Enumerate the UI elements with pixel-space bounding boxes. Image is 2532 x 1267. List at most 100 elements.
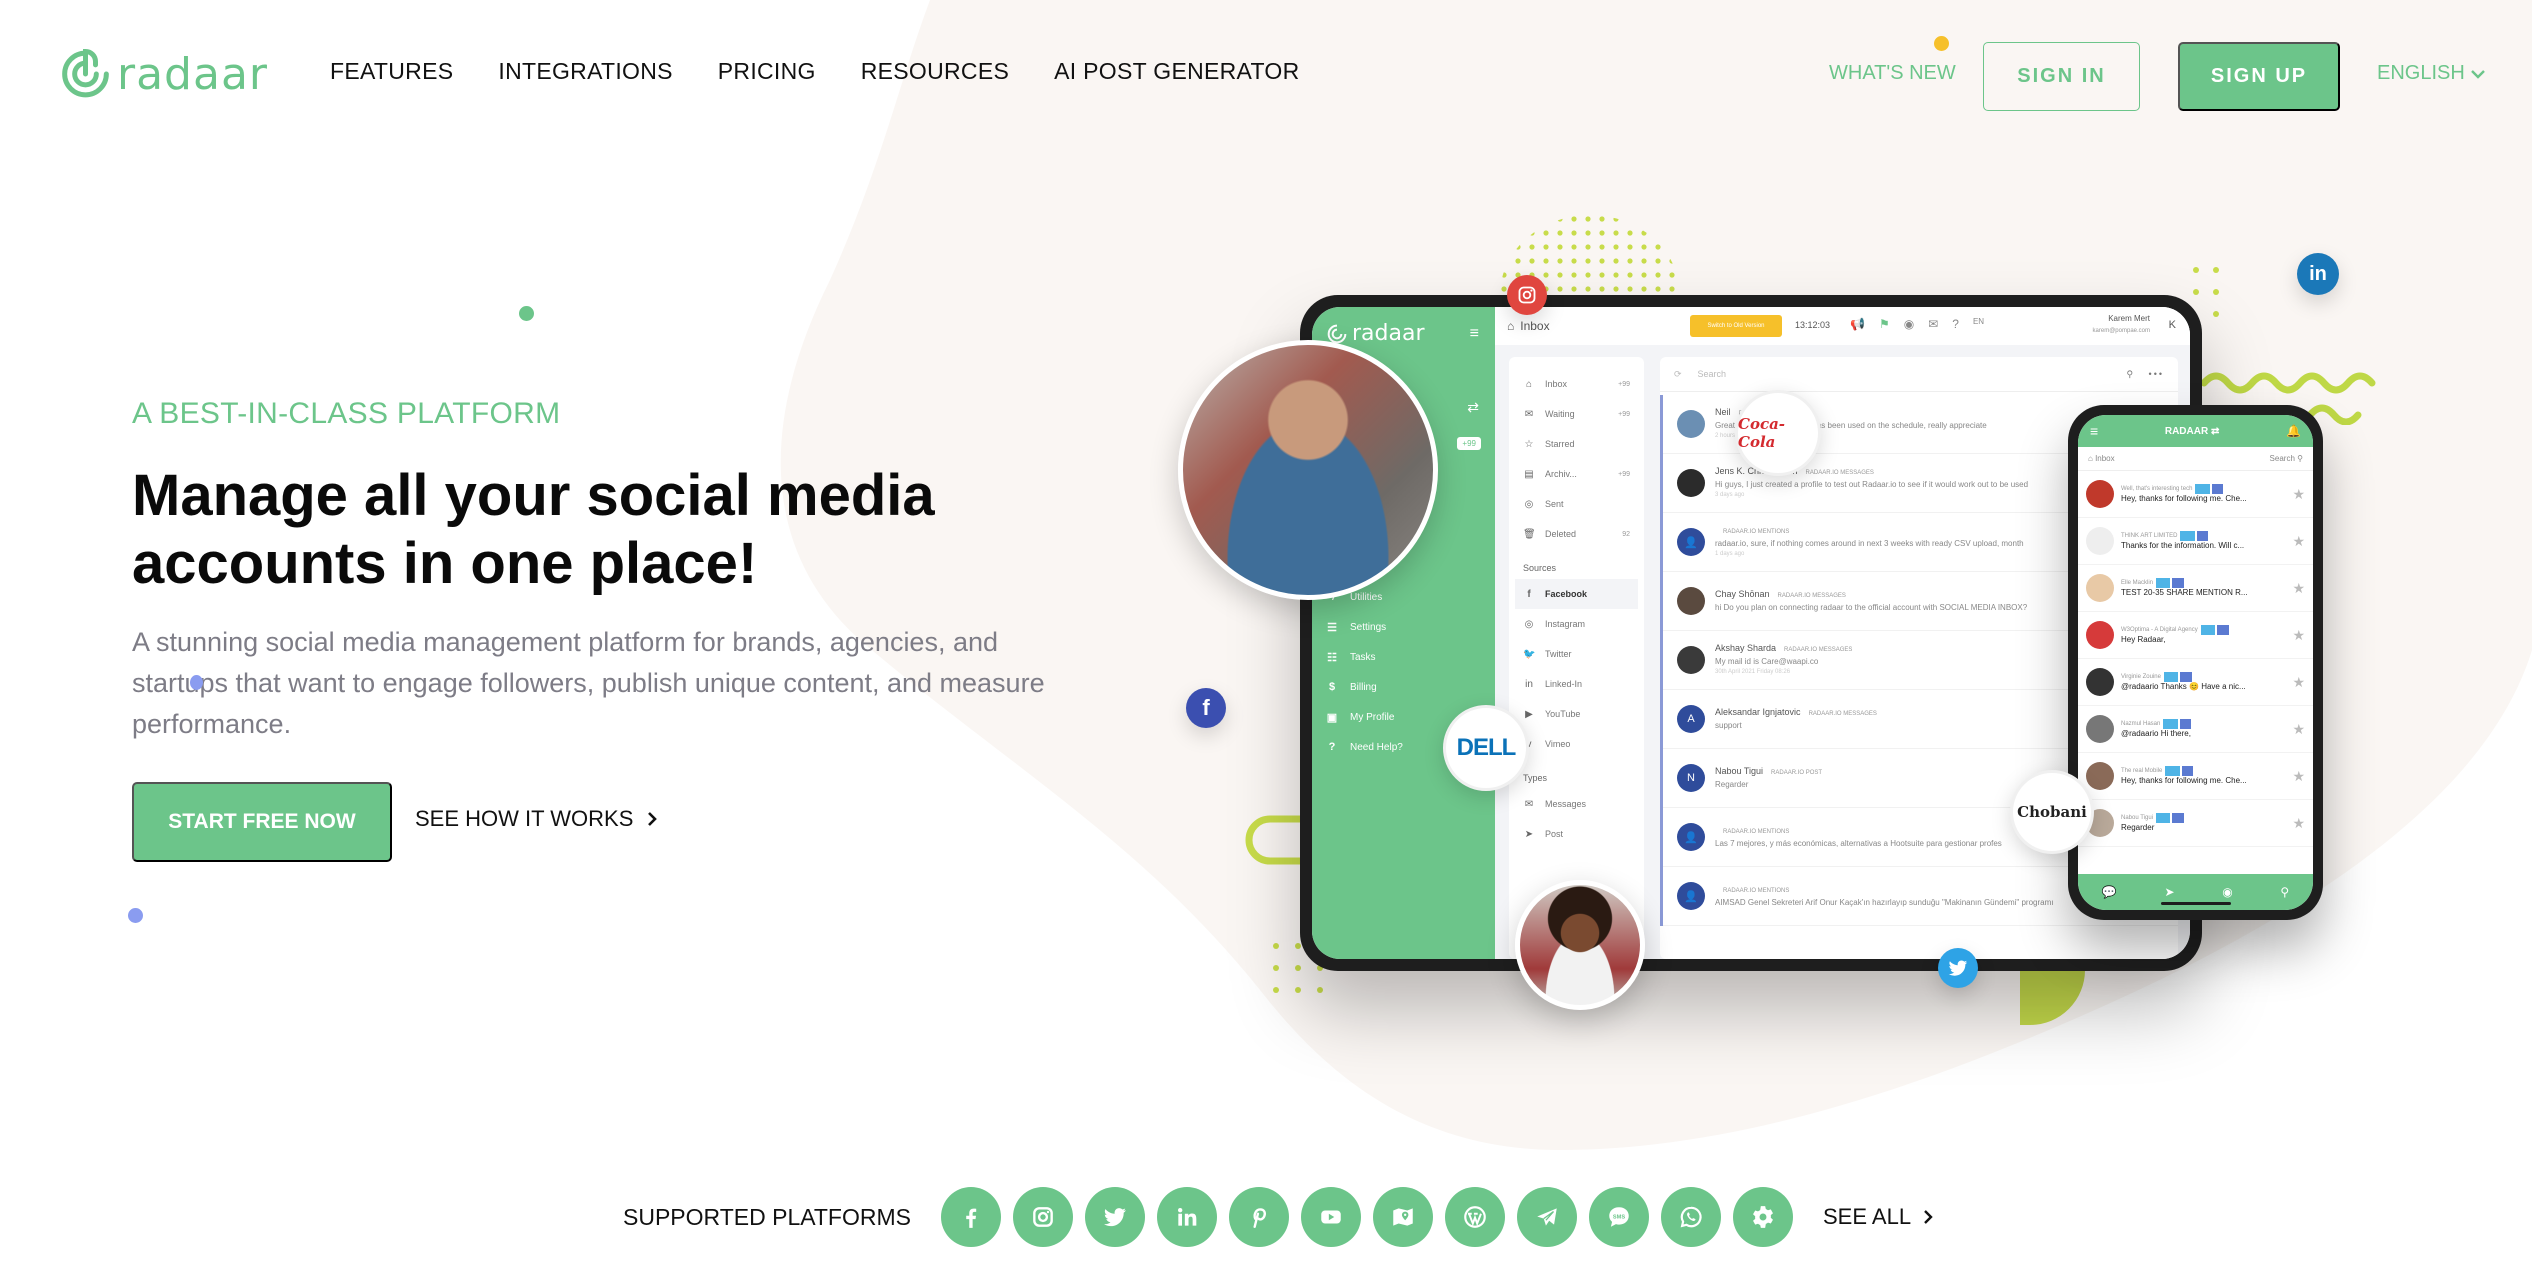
lang-code[interactable]: EN [1973,317,1984,331]
whatsapp-icon[interactable] [1660,1187,1721,1247]
sidebar-item-my-profile[interactable]: ▣ My Profile [1326,702,1403,732]
nav-resources[interactable]: RESOURCES [861,58,1009,85]
nav-features[interactable]: FEATURES [330,58,453,85]
switch-old-version-button[interactable]: Switch to Old Version [1690,315,1782,337]
star-icon[interactable]: ★ [2292,815,2305,832]
wordpress-icon[interactable] [1444,1187,1505,1247]
hamburger-icon[interactable]: ≡ [2090,423,2098,439]
star-icon[interactable]: ★ [2292,580,2305,597]
sidebar-item-billing[interactable]: $ Billing [1326,672,1403,702]
star-icon[interactable]: ★ [2292,721,2305,738]
more-icon[interactable]: ⚲ ••• [2126,369,2164,380]
facebook-icon[interactable] [940,1187,1001,1247]
supported-platforms-label: SUPPORTED PLATFORMS [623,1203,911,1230]
send-icon[interactable]: ➤ [2164,885,2174,899]
source-linkedin[interactable]: in Linked-In [1523,669,1630,699]
source-tag [2163,719,2178,729]
pinterest-icon[interactable] [1228,1187,1289,1247]
linkedin-icon[interactable] [1156,1187,1217,1247]
star-icon[interactable]: ★ [2292,674,2305,691]
instagram-icon[interactable] [1012,1187,1073,1247]
refresh-icon[interactable]: ⟳ [1674,369,1682,380]
inbox-icon: ⌂ [1525,378,1533,390]
language-selector[interactable]: ENGLISH [2377,62,2485,85]
phone-message-body: Hey, thanks for following me. Che... [2121,494,2247,503]
sidebar-item-need-help[interactable]: ? Need Help? [1326,732,1403,762]
sign-up-button[interactable]: SIGN UP [2178,42,2340,111]
message-tags: RADAAR.IO MESSAGES [1777,593,1846,599]
folder-deleted[interactable]: 🗑 Deleted 92 [1523,519,1630,549]
message-tags: RADAAR.IO MENTIONS [1723,829,1790,835]
logo[interactable]: radaar [58,40,268,108]
message-text: RADAAR.IO MENTIONS radaar.io, sure, if no… [1715,525,2024,560]
star-icon[interactable]: ★ [2292,627,2305,644]
megaphone-icon[interactable]: 📢 [1850,317,1865,331]
source-instagram[interactable]: ◎ Instagram [1523,609,1630,639]
telegram-icon[interactable] [1516,1187,1577,1247]
sign-in-button[interactable]: SIGN IN [1983,42,2140,111]
star-icon[interactable]: ★ [2292,486,2305,503]
phone-message-text: Virginie Zouine @radaario Thanks 😊 Have … [2121,672,2285,692]
source-tag [2156,578,2171,588]
phone-message-item[interactable]: The real Mobile Hey, thanks for followin… [2078,753,2313,800]
menu-icon[interactable]: ≡ [1470,325,1479,343]
star-icon[interactable]: ★ [2292,768,2305,785]
bell-icon[interactable]: 🔔 [2286,424,2301,438]
whats-new-link[interactable]: WHAT'S NEW [1829,62,1956,85]
nav-integrations[interactable]: INTEGRATIONS [498,58,672,85]
phone-message-body: Hey, thanks for following me. Che... [2121,776,2247,785]
twitter-icon[interactable] [1084,1187,1145,1247]
eye-icon[interactable]: ◉ [2222,885,2232,899]
folder-inbox[interactable]: ⌂ Inbox +99 [1523,369,1630,399]
folder-starred[interactable]: ☆ Starred [1523,429,1630,459]
google-maps-icon[interactable] [1372,1187,1433,1247]
user-avatar[interactable]: K [2169,319,2176,331]
phone-message-item[interactable]: W3Optima - A Digital Agency Hey Radaar, ★ [2078,612,2313,659]
sms-icon[interactable]: SMS [1588,1187,1649,1247]
chevron-right-icon [1924,1210,1933,1224]
message-time: 3 days ago [1715,491,1745,498]
mail-icon[interactable]: ✉ [1928,317,1938,331]
type-messages[interactable]: ✉ Messages [1523,789,1630,819]
see-how-it-works-label: SEE HOW IT WORKS [415,806,634,831]
type-tag [2196,531,2209,541]
phone-message-item[interactable]: Nazmul Hasan @radaario Hi there, ★ [2078,706,2313,753]
message-text: Akshay Sharda RADAAR.IO MESSAGES My mail i… [1715,643,1852,678]
start-free-now-button[interactable]: START FREE NOW [132,782,392,862]
phone-message-item[interactable]: Virginie Zouine @radaario Thanks 😊 Have … [2078,659,2313,706]
type-post[interactable]: ➤ Post [1523,819,1630,849]
phone-message-item[interactable]: Nabou Tigui Regarder ★ [2078,800,2313,847]
decor-dots-small [2193,267,2219,317]
see-how-it-works-link[interactable]: SEE HOW IT WORKS [415,806,658,832]
phone-message-item[interactable]: Elle Macklin TEST 20-35 SHARE MENTION R.… [2078,565,2313,612]
source-twitter[interactable]: 🐦 Twitter [1523,639,1630,669]
folder-archive[interactable]: ▤ Archiv... +99 [1523,459,1630,489]
phone-message-item[interactable]: THINK ART LIMITED Thanks for the informa… [2078,518,2313,565]
eye-icon[interactable]: ◉ [1904,317,1914,331]
message-avatar [1677,410,1705,438]
source-vimeo[interactable]: v Vimeo [1523,729,1630,759]
nav-ai-post-generator[interactable]: AI POST GENERATOR [1054,58,1299,85]
phone-search[interactable]: Search ⚲ [2270,454,2303,463]
settings-icon[interactable] [1732,1187,1793,1247]
help-icon[interactable]: ? [1952,317,1959,331]
folder-sent[interactable]: ◎ Sent [1523,489,1630,519]
folder-waiting[interactable]: ✉ Waiting +99 [1523,399,1630,429]
dell-bubble: DELL [1443,705,1529,791]
mockup-search-input[interactable]: Search [1698,369,1727,379]
source-facebook[interactable]: f Facebook [1515,579,1638,609]
phone-message-item[interactable]: Well, that's interesting tech Hey, thank… [2078,471,2313,518]
nav-pricing[interactable]: PRICING [718,58,816,85]
message-sender: Nabou Tigui [1715,766,1764,776]
source-youtube[interactable]: ▶ YouTube [1523,699,1630,729]
presentation-icon[interactable]: ⚑ [1879,317,1890,331]
sidebar-item-tasks[interactable]: ☷ Tasks [1326,642,1403,672]
search-icon[interactable]: ⚲ [2280,885,2289,899]
star-icon[interactable]: ★ [2292,533,2305,550]
sidebar-item-settings[interactable]: ☰ Settings [1326,612,1403,642]
swap-icon[interactable]: ⇄ [1467,399,1479,416]
see-all-platforms-link[interactable]: SEE ALL [1823,1204,1933,1230]
mockup-user[interactable]: Karem Mert karem@pompae.com [2093,313,2150,337]
youtube-icon[interactable] [1300,1187,1361,1247]
chat-icon[interactable]: 💬 [2102,885,2117,899]
